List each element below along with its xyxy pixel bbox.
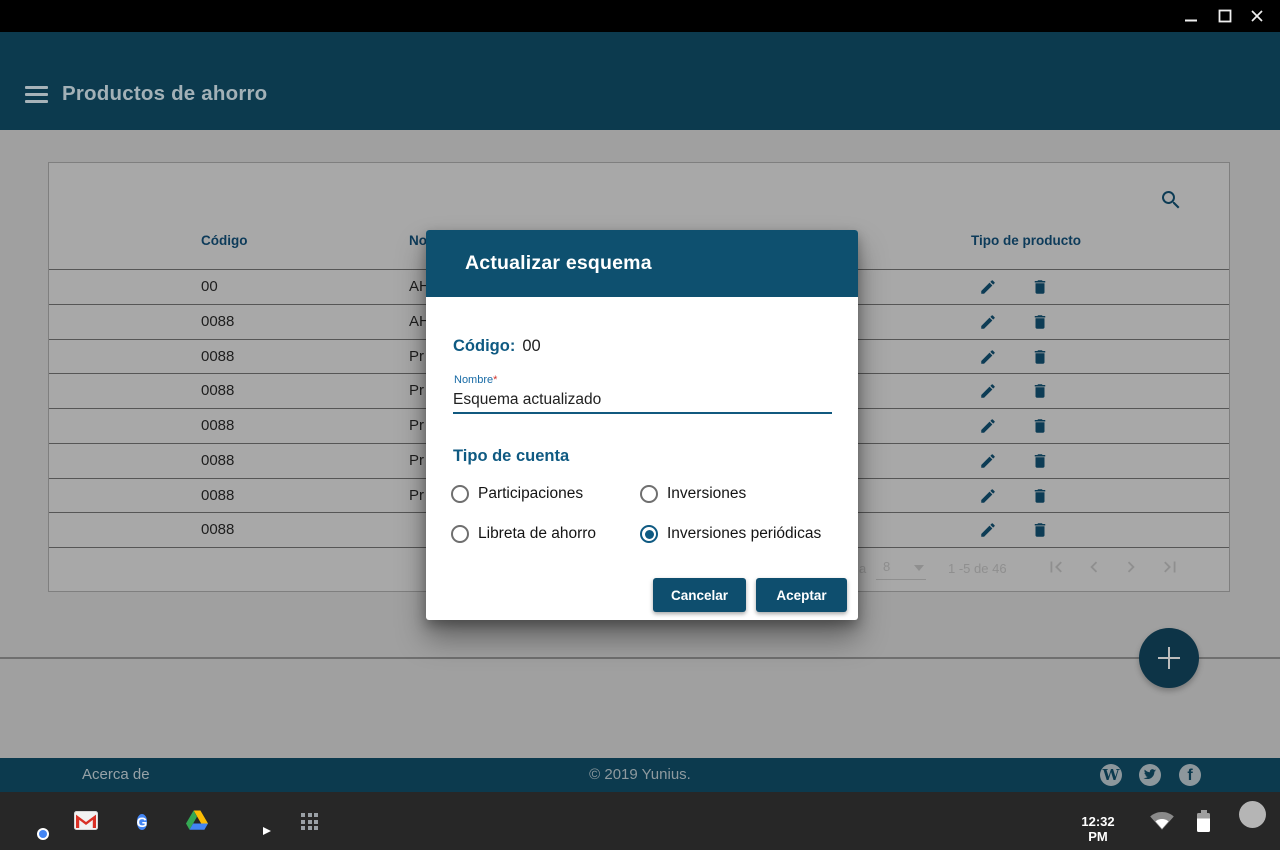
launcher-icon[interactable] (297, 809, 323, 835)
delete-icon[interactable] (1030, 348, 1049, 367)
codigo-label: Código: (453, 337, 515, 355)
radio-option[interactable]: Inversiones periódicas (640, 524, 821, 544)
dialog-header: Actualizar esquema (426, 230, 858, 297)
next-page-icon[interactable] (1118, 555, 1144, 581)
column-header-codigo: Código (201, 233, 248, 253)
screen: Productos de ahorro Catálogos Operación … (0, 0, 1280, 850)
search-icon[interactable] (1157, 187, 1185, 215)
add-button[interactable] (1139, 628, 1199, 688)
gmail-icon[interactable] (73, 809, 99, 835)
delete-icon[interactable] (1030, 521, 1049, 540)
drive-icon[interactable] (184, 809, 210, 835)
cell-nombre: Pr (409, 409, 424, 443)
cancel-button[interactable]: Cancelar (653, 578, 746, 612)
radio-option[interactable]: Participaciones (451, 484, 583, 504)
clock-label: 12:32 PM (1072, 814, 1124, 844)
tipo-cuenta-label: Tipo de cuenta (453, 447, 569, 466)
codigo-value: 00 (522, 337, 540, 355)
twitter-icon[interactable] (1139, 764, 1161, 786)
chrome-icon[interactable] (18, 809, 44, 835)
column-header-tipo-producto: Tipo de producto (971, 233, 1081, 253)
edit-icon[interactable] (978, 313, 997, 332)
required-marker: * (493, 374, 497, 386)
edit-icon[interactable] (978, 417, 997, 436)
edit-icon[interactable] (978, 278, 997, 297)
delete-icon[interactable] (1030, 487, 1049, 506)
radio-option[interactable]: Libreta de ahorro (451, 524, 596, 544)
radio-icon (451, 485, 469, 503)
delete-icon[interactable] (1030, 278, 1049, 297)
edit-icon[interactable] (978, 382, 997, 401)
shelf: G 12:32 PM (0, 792, 1280, 850)
app-bar: Productos de ahorro Catálogos Operación … (0, 32, 1280, 130)
edit-icon[interactable] (978, 452, 997, 471)
accept-button[interactable]: Aceptar (756, 578, 847, 612)
cell-nombre: Pr (409, 444, 424, 478)
page-size-select[interactable]: 8 (876, 554, 926, 580)
youtube-icon[interactable] (241, 809, 267, 835)
previous-page-icon[interactable] (1081, 555, 1107, 581)
items-per-page-label: a (859, 561, 866, 576)
google-icon[interactable]: G (129, 809, 155, 835)
menu-icon[interactable] (25, 86, 48, 103)
radio-icon (451, 525, 469, 543)
battery-icon (1197, 810, 1210, 832)
minimize-icon[interactable] (1178, 0, 1204, 32)
first-page-icon[interactable] (1043, 555, 1069, 581)
cell-nombre: Pr (409, 374, 424, 408)
copyright-text: © 2019 Yunius. (0, 766, 1280, 783)
edit-icon[interactable] (978, 487, 997, 506)
nombre-field-label: Nombre* (454, 374, 497, 386)
last-page-icon[interactable] (1157, 555, 1183, 581)
wifi-icon (1150, 810, 1174, 833)
footer: Acerca de © 2019 Yunius. W f (0, 758, 1280, 792)
cell-codigo: 0088 (201, 479, 234, 513)
maximize-icon[interactable] (1212, 0, 1238, 32)
edit-icon[interactable] (978, 348, 997, 367)
column-header-nombre: No (409, 233, 427, 253)
cell-codigo: 0088 (201, 374, 234, 408)
paginator-range-label: 1 -5 de 46 (948, 561, 1007, 576)
facebook-icon[interactable]: f (1179, 764, 1201, 786)
close-icon[interactable] (1244, 0, 1270, 32)
nombre-input[interactable] (453, 388, 832, 414)
content-divider (0, 657, 1280, 659)
radio-option[interactable]: Inversiones (640, 484, 746, 504)
radio-icon (640, 485, 658, 503)
chevron-down-icon (914, 565, 924, 571)
cell-codigo: 0088 (201, 513, 234, 547)
delete-icon[interactable] (1030, 452, 1049, 471)
avatar[interactable] (1239, 801, 1266, 828)
codigo-row: Código: 00 (453, 337, 541, 356)
cell-nombre: Pr (409, 479, 424, 513)
edit-icon[interactable] (978, 521, 997, 540)
dialog-title: Actualizar esquema (465, 252, 652, 275)
delete-icon[interactable] (1030, 313, 1049, 332)
delete-icon[interactable] (1030, 417, 1049, 436)
radio-icon (640, 525, 658, 543)
cell-codigo: 0088 (201, 305, 234, 339)
cell-codigo: 0088 (201, 409, 234, 443)
delete-icon[interactable] (1030, 382, 1049, 401)
os-title-bar (0, 0, 1280, 32)
page-title: Productos de ahorro (62, 82, 267, 106)
cell-codigo: 00 (201, 270, 218, 304)
cell-codigo: 0088 (201, 444, 234, 478)
update-scheme-dialog: Actualizar esquema Código: 00 Nombre* Tip… (426, 230, 858, 620)
cell-nombre: Pr (409, 340, 424, 374)
cell-codigo: 0088 (201, 340, 234, 374)
wordpress-icon[interactable]: W (1100, 764, 1122, 786)
